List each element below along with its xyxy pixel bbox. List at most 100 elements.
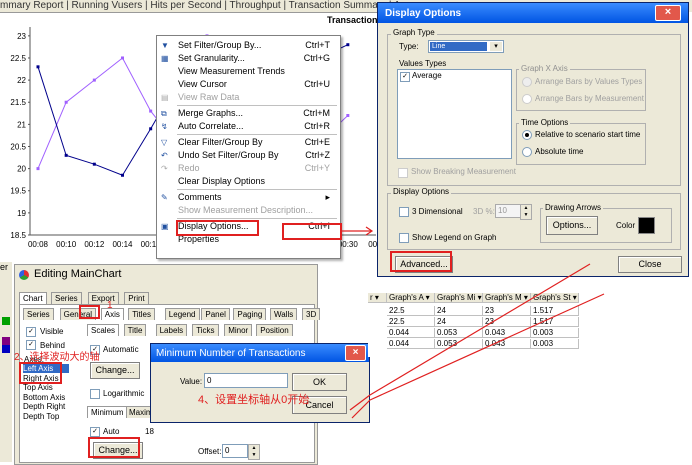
- close-button[interactable]: Close: [618, 256, 682, 273]
- context-menu-shortcut: Ctrl+T: [305, 40, 330, 50]
- context-menu-label: View Measurement Trends: [178, 66, 285, 76]
- automatic-label: Automatic: [103, 345, 139, 354]
- data-point: [64, 153, 68, 157]
- grid-header[interactable]: Graph's St ▾: [531, 293, 579, 303]
- x-tick-label: 00:14: [112, 240, 133, 249]
- options-button[interactable]: Options...: [546, 216, 598, 235]
- context-menu-item[interactable]: ⧉ Merge Graphs... Ctrl+M: [157, 107, 340, 120]
- values-types-list[interactable]: ✓ Average: [397, 69, 512, 159]
- tab-scales[interactable]: Scales: [87, 324, 120, 336]
- change-button-top[interactable]: Change...: [90, 362, 140, 379]
- tab-series[interactable]: Series: [51, 292, 82, 304]
- visible-checkbox[interactable]: ✓: [26, 327, 36, 337]
- auto-checkbox[interactable]: ✓: [90, 427, 100, 437]
- grid-header[interactable]: Graph's Mi ▾: [435, 293, 483, 303]
- three-d-pct-input[interactable]: 10: [495, 204, 521, 218]
- context-menu-item[interactable]: ↷ Redo Ctrl+Y: [157, 162, 340, 175]
- tab-print[interactable]: Print: [124, 292, 149, 304]
- logarithmic-label: Logarithmic: [103, 389, 145, 398]
- arrange-values-radio[interactable]: [522, 77, 532, 87]
- editing-title: Editing MainChart: [34, 268, 122, 280]
- show-breaking-label: Show Breaking Measurement: [411, 167, 516, 176]
- color-label: Color: [616, 221, 636, 230]
- tab-ticks[interactable]: Ticks: [192, 324, 219, 336]
- average-checkbox[interactable]: ✓: [400, 72, 410, 82]
- tab-panel[interactable]: Panel: [201, 308, 230, 320]
- results-grid[interactable]: r ▾ Graph's A ▾ Graph's Mi ▾ Graph's M ▾ Gra…: [368, 293, 608, 357]
- context-menu-item[interactable]: View Measurement Trends: [157, 65, 340, 78]
- context-menu-label: View Raw Data: [178, 92, 240, 102]
- context-menu-item[interactable]: ▦ Set Granularity... Ctrl+G: [157, 52, 340, 65]
- arrange-measurement-radio[interactable]: [522, 94, 532, 104]
- y-tick-label: 19.5: [10, 187, 26, 196]
- relative-time-radio[interactable]: [522, 130, 532, 140]
- type-select[interactable]: Line ▾: [428, 40, 504, 53]
- grid-cell: 1.517: [531, 306, 579, 316]
- x-tick-label: 00:10: [56, 240, 77, 249]
- axes-list-item[interactable]: Depth Top: [23, 412, 69, 421]
- value-input[interactable]: 0: [204, 373, 288, 388]
- tab-legend[interactable]: Legend: [164, 308, 200, 320]
- context-menu-label: Show Measurement Description...: [178, 205, 314, 215]
- tab-3d[interactable]: 3D: [302, 308, 321, 320]
- context-menu-item[interactable]: Clear Display Options: [157, 175, 340, 188]
- min-transactions-close-icon[interactable]: ×: [345, 345, 366, 361]
- logarithmic-checkbox[interactable]: [90, 389, 100, 399]
- tab-titles[interactable]: Titles: [128, 308, 156, 320]
- tab-axis[interactable]: Axis: [100, 308, 124, 320]
- tab-export[interactable]: Export: [87, 292, 119, 304]
- context-menu-item[interactable]: ▼ Set Filter/Group By... Ctrl+T: [157, 39, 340, 52]
- graph-x-axis-group: [516, 69, 646, 111]
- context-menu-item[interactable]: ↶ Undo Set Filter/Group By Ctrl+Z: [157, 149, 340, 162]
- context-menu-item[interactable]: ↯ Auto Correlate... Ctrl+R: [157, 120, 340, 133]
- tab-series[interactable]: Series: [23, 308, 54, 320]
- context-menu-label: Redo: [178, 163, 200, 173]
- tab-title[interactable]: Title: [123, 324, 147, 336]
- tab-chart[interactable]: Chart: [19, 292, 47, 304]
- context-menu-item[interactable]: View Cursor Ctrl+U: [157, 78, 340, 91]
- show-legend-checkbox[interactable]: [399, 233, 409, 243]
- grid-header[interactable]: Graph's A ▾: [387, 293, 435, 303]
- tab-position[interactable]: Position: [256, 324, 293, 336]
- offset-spinner[interactable]: ▲ ▼: [248, 444, 260, 460]
- type-select-value: Line: [430, 42, 487, 51]
- display-options-icon: ▣: [161, 222, 169, 231]
- axes-list-item[interactable]: Depth Right: [23, 402, 69, 411]
- offset-input[interactable]: 0: [222, 444, 248, 458]
- three-d-label: 3 Dimensional: [412, 207, 463, 216]
- highlight-display-options-item: [176, 220, 259, 236]
- absolute-time-radio[interactable]: [522, 147, 532, 157]
- show-breaking-checkbox[interactable]: [398, 168, 408, 178]
- y-tick-label: 19: [17, 209, 26, 218]
- chart-editor-icon: [19, 270, 29, 280]
- context-menu-item[interactable]: ✎ Comments ▸: [157, 191, 340, 204]
- context-menu-shortcut: Ctrl+G: [303, 53, 330, 63]
- step4-annotation: 4、设置坐标轴从0开始: [198, 394, 310, 406]
- y-tick-label: 18.5: [10, 231, 26, 240]
- axes-list-item[interactable]: Bottom Axis: [23, 393, 69, 402]
- tab-labels[interactable]: Labels: [155, 324, 188, 336]
- data-point: [36, 167, 40, 171]
- drawing-arrows-label: Drawing Arrows: [543, 203, 604, 212]
- graph-type-label: Graph Type: [391, 28, 437, 37]
- color-swatch[interactable]: [638, 217, 655, 234]
- context-menu-item[interactable]: Show Measurement Description...: [157, 204, 340, 217]
- grid-header[interactable]: Graph's M ▾: [483, 293, 531, 303]
- tab-walls[interactable]: Walls: [270, 308, 298, 320]
- display-options-dialog: Display Options × Graph Type Type: Line …: [377, 2, 689, 277]
- tab-minor[interactable]: Minor: [224, 324, 253, 336]
- three-d-pct-spinner[interactable]: ▲ ▼: [520, 204, 532, 220]
- menu-separator: [177, 189, 337, 190]
- display-options-close-button[interactable]: ×: [655, 5, 681, 21]
- tab-minimum[interactable]: Minimum: [87, 406, 128, 418]
- grid-cell: 22.5: [387, 306, 435, 316]
- grid-cell: 22.5: [387, 317, 435, 327]
- tab-paging[interactable]: Paging: [233, 308, 267, 320]
- menu-separator: [177, 105, 337, 106]
- ok-button[interactable]: OK: [292, 373, 347, 391]
- context-menu-label: Clear Display Options: [178, 176, 266, 186]
- axes-list-item[interactable]: Top Axis: [23, 383, 69, 392]
- context-menu-item[interactable]: ▽ Clear Filter/Group By Ctrl+E: [157, 136, 340, 149]
- context-menu-item[interactable]: ▤ View Raw Data: [157, 91, 340, 104]
- three-d-checkbox[interactable]: [399, 207, 409, 217]
